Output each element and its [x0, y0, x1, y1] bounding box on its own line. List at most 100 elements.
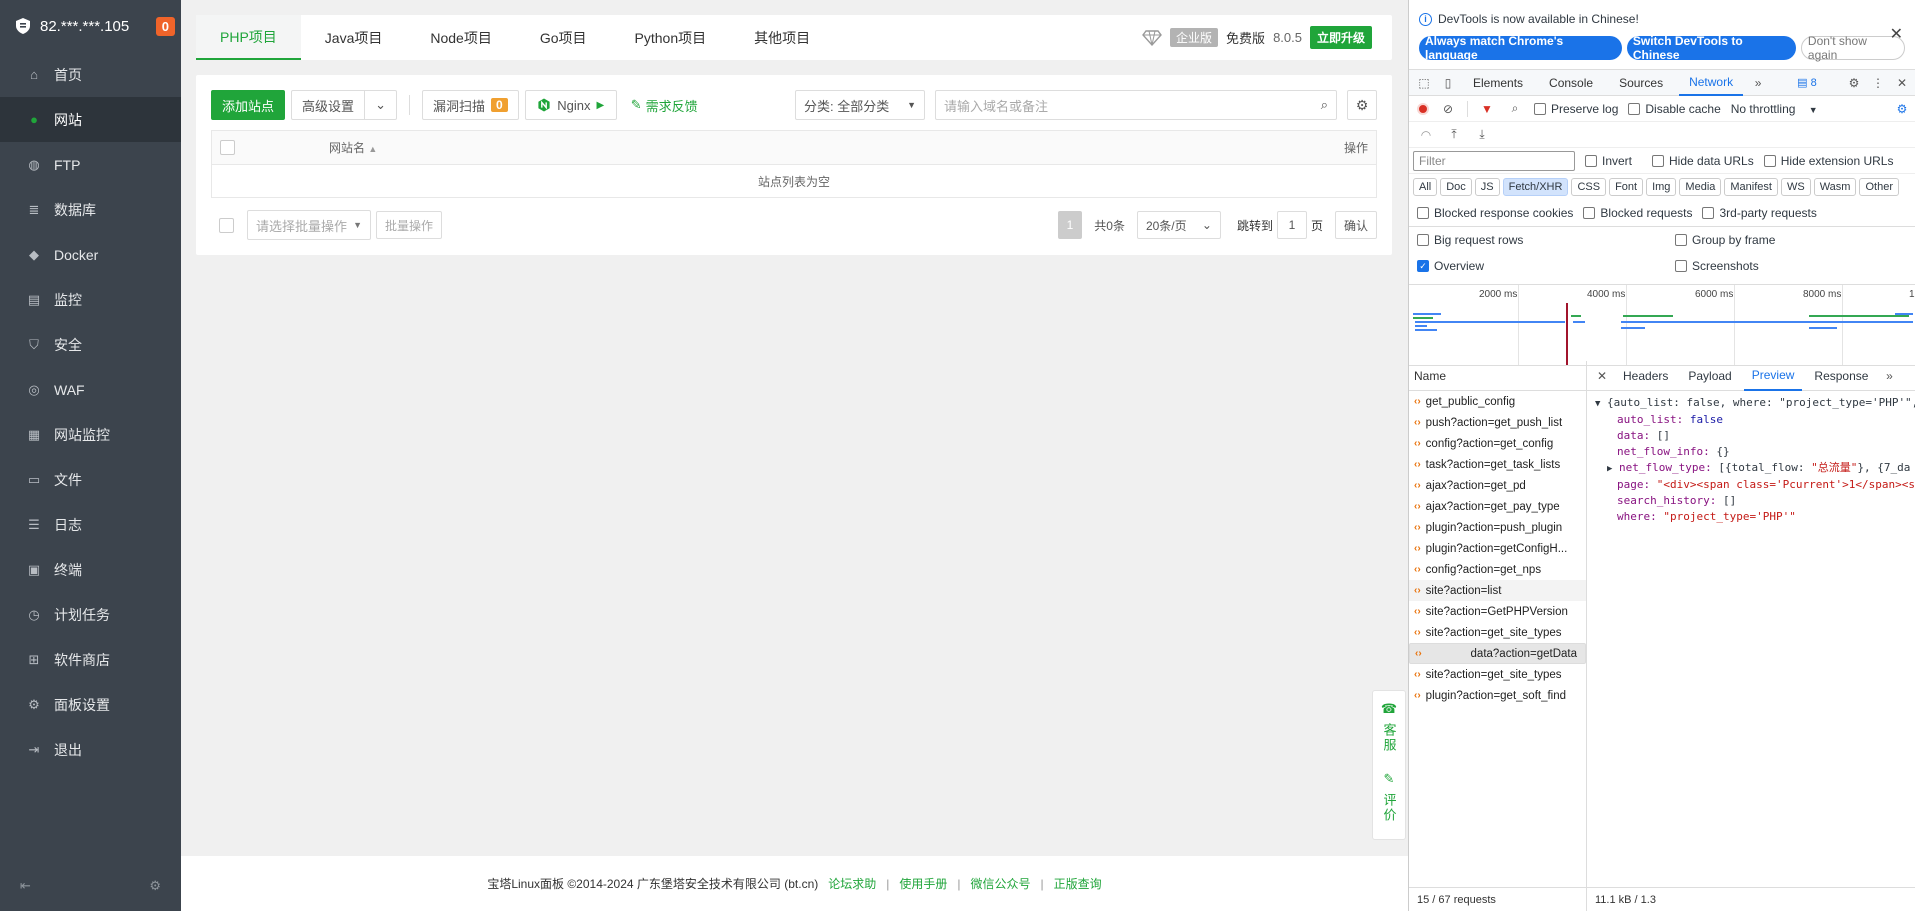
screenshots-checkbox[interactable]: Screenshots [1675, 253, 1915, 279]
type-filter-3[interactable]: Fetch/XHR [1502, 178, 1569, 196]
search-icon[interactable]: ⌕ [1506, 100, 1524, 118]
request-row[interactable]: ‹› plugin?action=get_soft_find [1409, 685, 1586, 706]
match-language-button[interactable]: Always match Chrome's language [1419, 34, 1622, 62]
license-link[interactable]: 正版查询 [1054, 875, 1102, 892]
forum-link[interactable]: 论坛求助 [828, 875, 876, 892]
tab-node[interactable]: Node项目 [406, 15, 515, 60]
sidebar-item-8[interactable]: ▦ 网站监控 [0, 412, 181, 457]
sidebar-item-11[interactable]: ▣ 终端 [0, 547, 181, 592]
clear-icon[interactable]: ⊘ [1439, 100, 1457, 118]
add-site-button[interactable]: 添加站点 [211, 90, 286, 120]
blocked-requests-checkbox[interactable]: Blocked requests [1583, 206, 1692, 220]
vuln-scan-button[interactable]: 漏洞扫描 0 [422, 90, 519, 120]
settings-gear-icon[interactable]: ⚙ [149, 878, 161, 894]
blocked-cookies-checkbox[interactable]: Blocked response cookies [1417, 206, 1573, 220]
server-host[interactable]: 82.***.***.105 [40, 18, 129, 35]
gear-icon[interactable]: ⚙ [1845, 74, 1863, 92]
upgrade-button[interactable]: 立即升级 [1309, 26, 1372, 49]
type-filter-4[interactable]: CSS [1571, 178, 1607, 196]
type-filter-6[interactable]: Img [1646, 178, 1677, 196]
search-icon[interactable]: ⌕ [1321, 97, 1328, 113]
request-row[interactable]: ‹› plugin?action=getConfigH... [1409, 538, 1586, 559]
type-filter-8[interactable]: Manifest [1724, 178, 1778, 196]
download-icon[interactable]: ⤓ [1473, 126, 1491, 144]
type-filter-0[interactable]: All [1413, 178, 1438, 196]
network-settings-icon[interactable]: ⚙ [1893, 100, 1911, 118]
request-row[interactable]: ‹› config?action=get_nps [1409, 559, 1586, 580]
sidebar-item-10[interactable]: ☰ 日志 [0, 502, 181, 547]
tab-network[interactable]: Network [1679, 70, 1744, 96]
goto-input[interactable]: 1 [1276, 211, 1307, 239]
batch-select-checkbox[interactable] [219, 217, 234, 233]
select-all-checkbox[interactable] [220, 140, 235, 155]
type-filter-9[interactable]: WS [1780, 178, 1811, 196]
request-row[interactable]: ‹› site?action=list [1409, 580, 1586, 601]
request-row[interactable]: ‹› ajax?action=get_pd [1409, 475, 1586, 496]
table-settings-button[interactable]: ⚙ [1347, 90, 1377, 120]
sidebar-item-2[interactable]: ◍ FTP [0, 142, 181, 187]
sidebar-item-7[interactable]: ◎ WAF [0, 367, 181, 412]
rate-button[interactable]: 评价 [1380, 793, 1399, 823]
tab-sources[interactable]: Sources [1609, 70, 1673, 96]
disable-cache-checkbox[interactable]: Disable cache [1628, 102, 1721, 116]
batch-action-select[interactable]: 请选择批量操作 ▼ [247, 210, 371, 240]
request-row[interactable]: ‹› site?action=GetPHPVersion [1409, 601, 1586, 622]
preserve-log-checkbox[interactable]: Preserve log [1534, 102, 1618, 116]
record-icon[interactable] [1417, 102, 1429, 115]
tab-php[interactable]: PHP项目 [196, 15, 301, 60]
tab-payload[interactable]: Payload [1680, 361, 1739, 391]
tab-elements[interactable]: Elements [1463, 70, 1533, 96]
tab-other[interactable]: 其他项目 [730, 15, 834, 60]
page-current[interactable]: 1 [1057, 211, 1083, 239]
type-filter-1[interactable]: Doc [1440, 178, 1472, 196]
issues-counter[interactable]: ▤ 8 [1797, 76, 1817, 89]
type-filter-5[interactable]: Font [1609, 178, 1644, 196]
sidebar-item-15[interactable]: ⇥ 退出 [0, 727, 181, 772]
network-overview-timeline[interactable]: 2000 ms 4000 ms 6000 ms 8000 ms 1 [1409, 284, 1915, 366]
sidebar-item-9[interactable]: ▭ 文件 [0, 457, 181, 502]
wechat-link[interactable]: 微信公众号 [971, 875, 1031, 892]
tab-python[interactable]: Python项目 [611, 15, 731, 60]
tab-headers[interactable]: Headers [1615, 361, 1676, 391]
col-name-header[interactable]: Name [1409, 361, 1586, 391]
enterprise-badge[interactable]: 企业版 [1170, 28, 1219, 47]
sidebar-item-3[interactable]: ≣ 数据库 [0, 187, 181, 232]
tab-preview[interactable]: Preview [1743, 361, 1803, 391]
json-line[interactable]: ▶ net_flow_type: [{total_flow: "总流量"}, {… [1595, 460, 1915, 477]
throttling-select[interactable]: No throttling ▼ [1731, 102, 1818, 116]
feedback-link[interactable]: ✎ 需求反馈 [631, 96, 698, 115]
nginx-button[interactable]: Nginx ▶ [524, 90, 617, 120]
type-filter-11[interactable]: Other [1859, 178, 1899, 196]
sidebar-item-12[interactable]: ◷ 计划任务 [0, 592, 181, 637]
advanced-dropdown-button[interactable]: ⌄ [365, 90, 398, 120]
advanced-settings-button[interactable]: 高级设置 [291, 90, 366, 120]
col-site-name[interactable]: 网站名 ▲ [329, 139, 377, 156]
batch-action-button[interactable]: 批量操作 [376, 211, 443, 239]
more-tabs-icon[interactable]: » [1880, 367, 1898, 385]
type-filter-7[interactable]: Media [1679, 178, 1722, 196]
filter-input[interactable]: Filter [1413, 150, 1575, 171]
tab-go[interactable]: Go项目 [516, 15, 611, 60]
upload-icon[interactable]: ⤒ [1445, 126, 1463, 144]
sidebar-item-1[interactable]: ● 网站 [0, 97, 181, 142]
tab-java[interactable]: Java项目 [301, 15, 407, 60]
tab-response[interactable]: Response [1806, 361, 1876, 391]
collapse-icon[interactable]: ⇤ [20, 878, 31, 894]
message-badge[interactable]: 0 [155, 16, 175, 36]
overview-checkbox[interactable]: ✓ Overview [1417, 253, 1675, 279]
device-toggle-icon[interactable]: ▯ [1439, 74, 1457, 92]
inspect-icon[interactable]: ⬚ [1415, 74, 1433, 92]
close-icon[interactable]: ✕ [1593, 367, 1611, 385]
group-frame-checkbox[interactable]: Group by frame [1675, 227, 1915, 253]
wifi-icon[interactable]: ◠ [1417, 126, 1435, 144]
manual-link[interactable]: 使用手册 [899, 875, 947, 892]
close-icon[interactable]: ✕ [1893, 74, 1911, 92]
per-page-select[interactable]: 20条/页 ⌄ [1136, 211, 1221, 239]
request-row[interactable]: ‹› site?action=get_site_types [1409, 622, 1586, 643]
invert-checkbox[interactable]: Invert [1585, 154, 1632, 168]
search-input[interactable]: 请输入域名或备注 ⌕ [935, 90, 1337, 120]
sidebar-item-0[interactable]: ⌂ 首页 [0, 52, 181, 97]
type-filter-10[interactable]: Wasm [1813, 178, 1857, 196]
sidebar-item-5[interactable]: ▤ 监控 [0, 277, 181, 322]
type-filter-2[interactable]: JS [1474, 178, 1500, 196]
